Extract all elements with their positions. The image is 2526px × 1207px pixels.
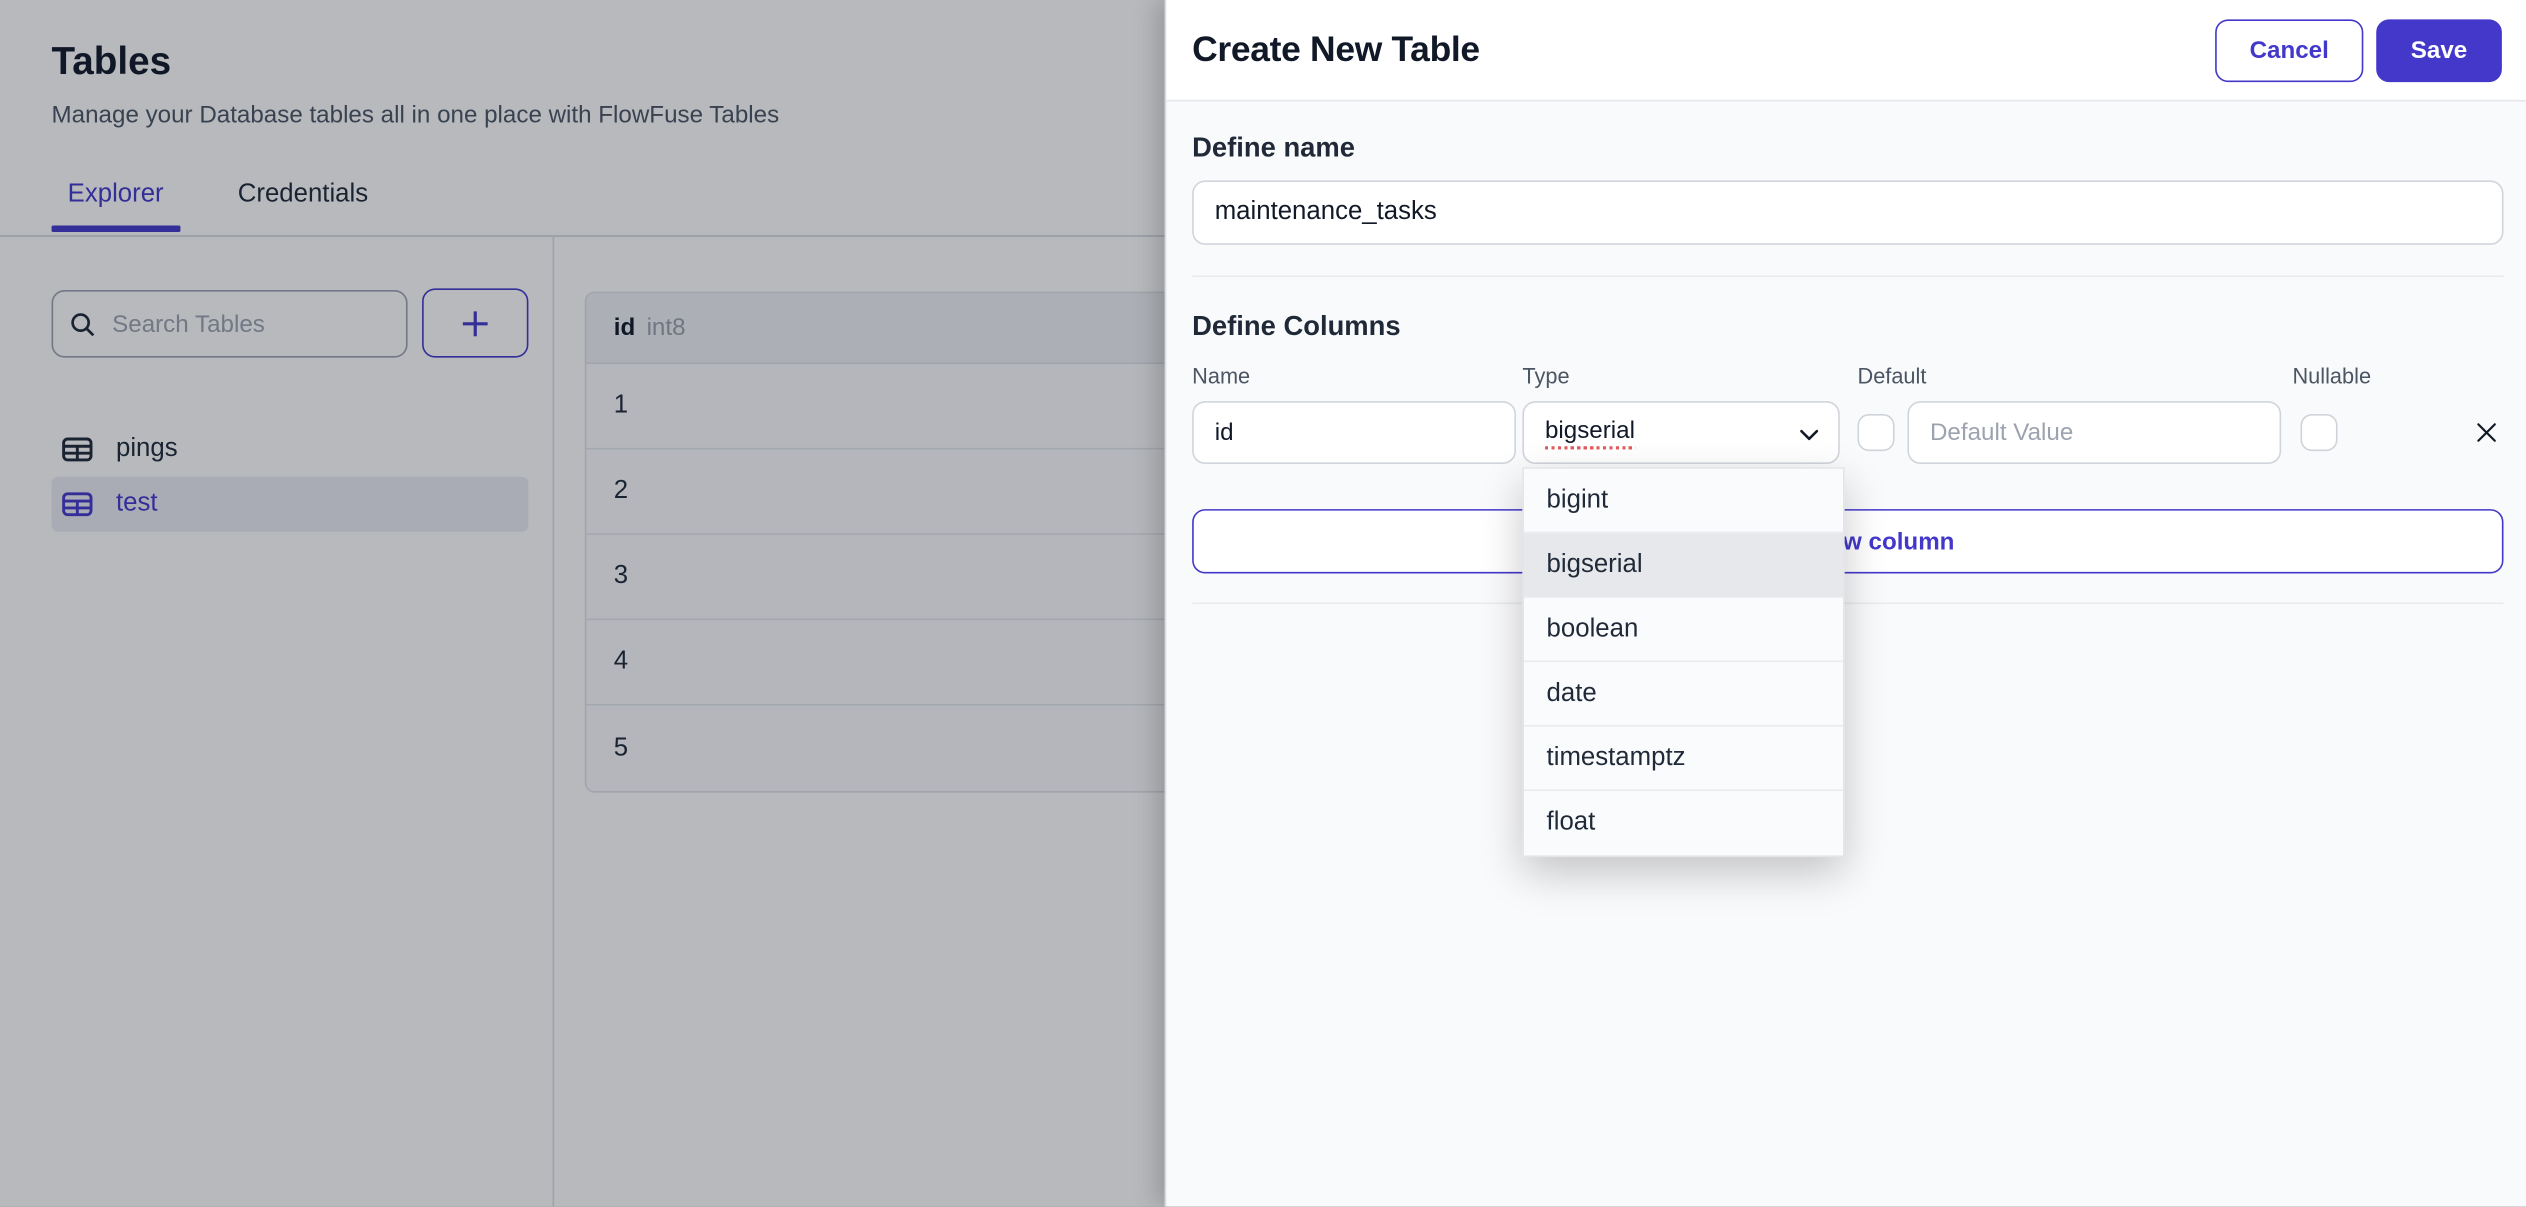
chevron-down-icon — [1800, 429, 1819, 441]
type-option-date[interactable]: date — [1524, 662, 1843, 727]
add-new-column-button[interactable]: + Add new column — [1192, 509, 2504, 574]
section-divider — [1192, 602, 2504, 605]
default-value-input[interactable] — [1907, 401, 2282, 464]
drawer-header: Create New Table Cancel Save — [1166, 0, 2526, 102]
label-nullable: Nullable — [2292, 364, 2372, 389]
cancel-button[interactable]: Cancel — [2215, 18, 2364, 82]
save-button[interactable]: Save — [2376, 18, 2502, 82]
type-option-timestamptz[interactable]: timestamptz — [1524, 727, 1843, 792]
type-option-boolean[interactable]: boolean — [1524, 598, 1843, 663]
column-type-select[interactable]: bigserial — [1522, 401, 1840, 464]
section-divider — [1192, 275, 2504, 278]
type-option-bigserial[interactable]: bigserial — [1524, 533, 1843, 598]
column-definition-row: bigserial — [1192, 401, 2503, 464]
drawer-actions: Cancel Save — [2215, 18, 2502, 82]
label-name: Name — [1192, 364, 1251, 389]
define-columns-heading: Define Columns — [1192, 310, 1401, 342]
column-name-input[interactable] — [1192, 401, 1516, 464]
define-name-heading: Define name — [1192, 132, 1356, 163]
label-type: Type — [1522, 364, 1570, 389]
type-option-float[interactable]: float — [1524, 791, 1843, 855]
column-field-labels: Name Type Default Nullable — [1192, 364, 2503, 388]
type-option-bigint[interactable]: bigint — [1524, 469, 1843, 534]
selected-type-value: bigserial — [1544, 416, 1635, 449]
default-checkbox[interactable] — [1857, 414, 1895, 452]
table-name-input[interactable] — [1192, 180, 2504, 245]
remove-column-button[interactable] — [2470, 416, 2504, 450]
nullable-checkbox[interactable] — [2300, 414, 2338, 452]
x-icon — [2477, 423, 2496, 442]
drawer-title: Create New Table — [1192, 28, 1480, 70]
app-screen: Tables Manage your Database tables all i… — [0, 0, 2526, 1207]
label-default: Default — [1857, 364, 1927, 389]
create-table-drawer: Create New Table Cancel Save Define name… — [1164, 0, 2526, 1207]
type-dropdown-menu: bigint bigserial boolean date timestampt… — [1522, 467, 1845, 858]
